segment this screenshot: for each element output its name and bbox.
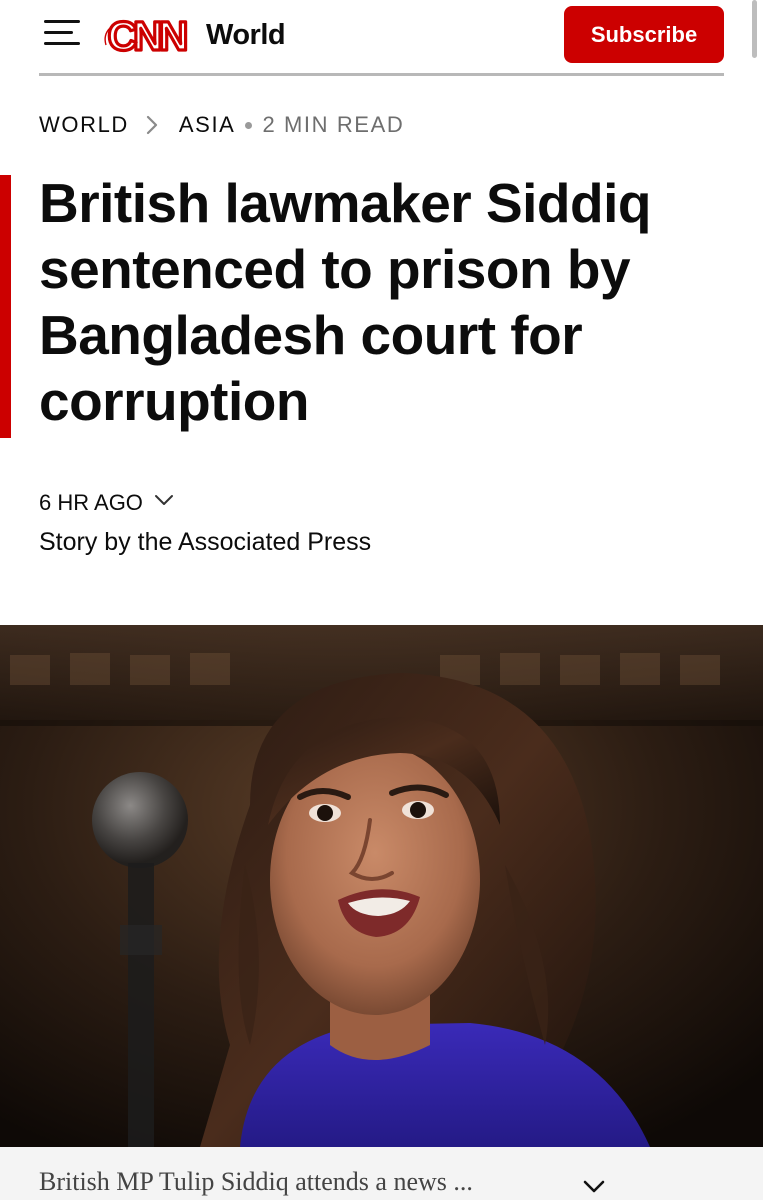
article-byline: Story by the Associated Press [39,528,372,556]
article-headline: British lawmaker Siddiq sentenced to pri… [39,172,652,432]
svg-text:CNN: CNN [108,14,186,56]
timestamp-toggle[interactable]: 6 HR AGO [39,488,175,518]
chevron-down-icon[interactable] [153,489,175,511]
site-header: CNN World Subscribe [0,0,763,76]
breadcrumb-world[interactable]: WORLD [39,111,129,139]
separator-dot [245,121,253,129]
headline-accent-bar [0,175,11,438]
chevron-right-icon [146,115,157,135]
breadcrumb-asia[interactable]: ASIA [179,111,236,139]
read-time: 2 MIN READ [262,112,405,137]
section-name[interactable]: World [206,17,286,53]
photo-caption: British MP Tulip Siddiq attends a news .… [0,1147,763,1200]
chevron-down-icon[interactable] [582,1177,606,1197]
header-divider [39,73,724,76]
caption-text: British MP Tulip Siddiq attends a news .… [39,1167,473,1196]
subscribe-button[interactable]: Subscribe [564,6,724,63]
article-photo[interactable] [0,625,763,1147]
cnn-logo[interactable]: CNN [100,14,192,56]
hamburger-menu-icon[interactable] [44,19,80,47]
timestamp-text: 6 HR AGO [39,490,143,515]
breadcrumb: WORLD ASIA 2 MIN READ [39,111,404,139]
